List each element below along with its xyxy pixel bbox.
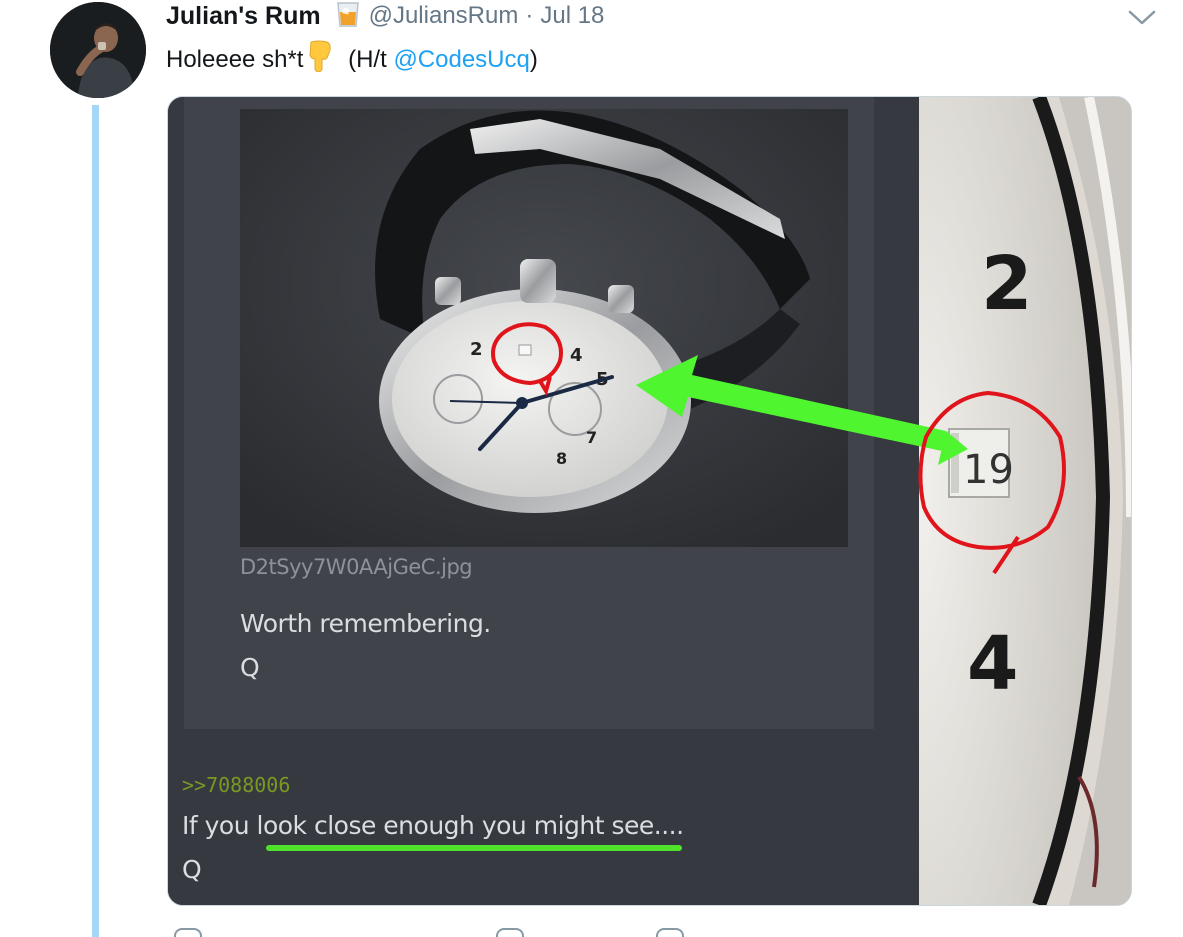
image-filename[interactable]: D2tSyy7W0AAjGeC.jpg: [240, 555, 473, 579]
svg-text:7: 7: [586, 428, 597, 447]
green-underline: [266, 845, 682, 851]
tweet-text: Holeeee sh*t (H/t @CodesUcq ): [166, 40, 538, 79]
tweet-actions: [166, 928, 866, 937]
post-body-line-1: Worth remembering.: [240, 609, 491, 638]
thread-line: [92, 105, 99, 937]
share-icon[interactable]: [656, 928, 684, 937]
closeup-numeral-2: 2: [981, 241, 1033, 327]
board-post: 2 4 5 8 7 D2tSyy7W0AAjGeC.jpg Wor: [184, 97, 874, 729]
svg-text:8: 8: [556, 449, 567, 468]
tweet-text-mid: (H/t: [341, 45, 394, 73]
reply-line-2: Q: [182, 855, 202, 884]
like-icon[interactable]: [496, 928, 524, 937]
reply-line-1: If you look close enough you might see..…: [182, 811, 684, 840]
avatar[interactable]: [50, 2, 146, 98]
pointing-down-emoji-icon: [305, 40, 333, 79]
author-name[interactable]: Julian's Rum: [166, 2, 321, 31]
tweet-date[interactable]: Jul 18: [540, 2, 604, 30]
closeup-numeral-4: 4: [967, 621, 1019, 707]
avatar-photo: [50, 2, 146, 98]
tweet-header: Julian's Rum @JuliansRum · Jul 18: [166, 0, 604, 32]
tweet-text-start: Holeeee sh*t: [166, 45, 304, 73]
chevron-down-icon[interactable]: [1127, 4, 1157, 30]
board-screenshot: 2 4 5 8 7 D2tSyy7W0AAjGeC.jpg Wor: [168, 97, 920, 905]
tumbler-glass-emoji-icon: [335, 0, 361, 33]
watch-closeup: 2 19 4: [919, 97, 1131, 905]
closeup-date-window: 19: [963, 447, 1014, 493]
reply-link[interactable]: >>7088006: [182, 773, 290, 797]
mention-link[interactable]: @CodesUcq: [393, 46, 529, 74]
separator-dot: ·: [525, 2, 534, 29]
svg-text:4: 4: [570, 345, 583, 366]
author-handle[interactable]: @JuliansRum: [369, 2, 519, 30]
watch-photo: 2 4 5 8 7: [240, 109, 848, 547]
svg-text:2: 2: [470, 339, 483, 360]
tweet-text-end: ): [529, 45, 538, 73]
reply-icon[interactable]: [174, 928, 202, 937]
tweet-media-image[interactable]: 2 4 5 8 7 D2tSyy7W0AAjGeC.jpg Wor: [167, 96, 1132, 906]
post-body-line-2: Q: [240, 653, 260, 682]
